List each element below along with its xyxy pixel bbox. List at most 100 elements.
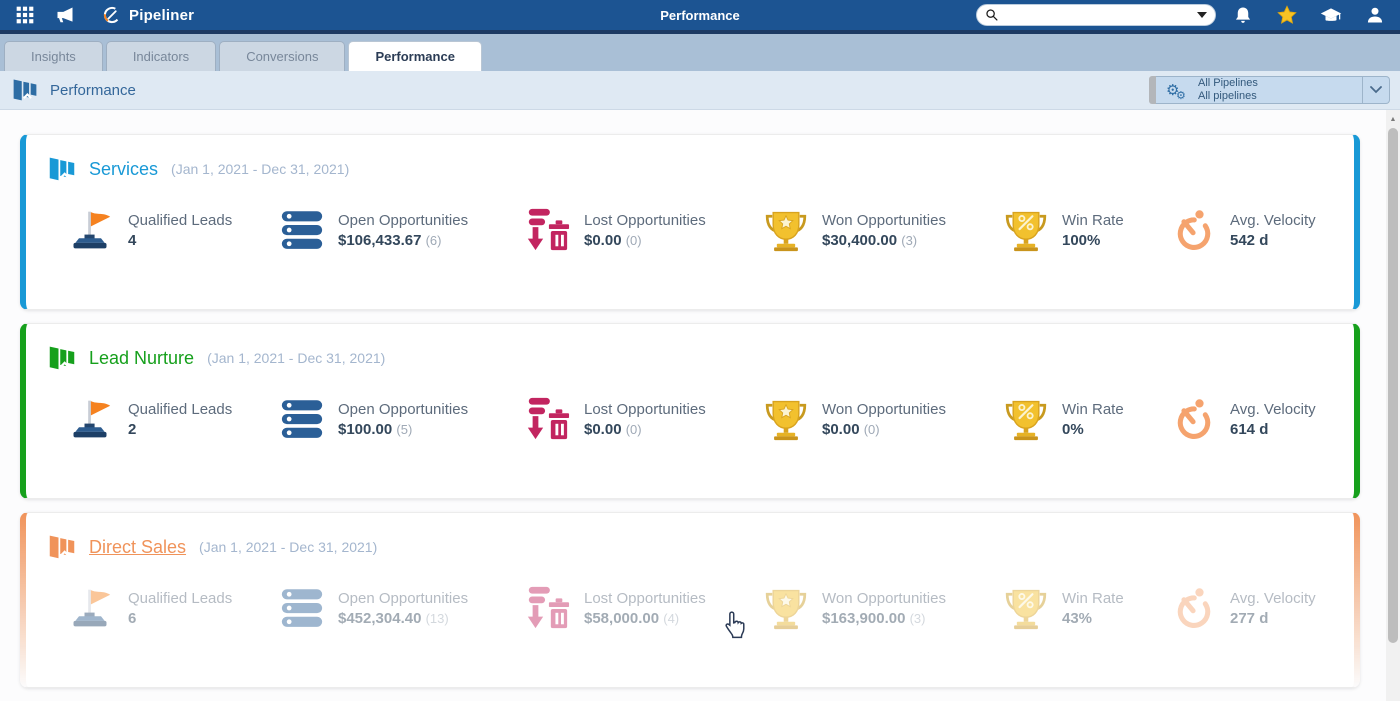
metric-value: 43% [1062, 609, 1093, 627]
metric-value: 614 d [1230, 420, 1269, 438]
pipeline-date-range: (Jan 1, 2021 - Dec 31, 2021) [171, 161, 350, 177]
pipeline-name-link[interactable]: Services [89, 159, 158, 180]
metric-lost-opportunities: Lost Opportunities $58,000.00 (4) [524, 585, 764, 631]
search-input[interactable] [1005, 8, 1191, 22]
tab-performance[interactable]: Performance [348, 41, 482, 71]
metric-win-rate: Win Rate 100% [1004, 208, 1172, 252]
scroll-up-arrow-icon[interactable]: ▲ [1386, 116, 1400, 123]
chevron-down-icon[interactable] [1363, 86, 1389, 94]
trophy-percent-icon [1004, 208, 1048, 252]
metric-qualified-leads: Qualified Leads 2 [66, 397, 280, 441]
metric-count: (13) [425, 610, 449, 626]
metric-count: (3) [909, 610, 926, 626]
breadcrumb-label: Performance [50, 81, 136, 99]
breadcrumb: Performance [12, 77, 136, 103]
metric-value: 2 [128, 420, 137, 438]
pipeliner-logo[interactable]: Pipeliner [102, 5, 194, 25]
gears-icon: ⚙ ⚙ [1166, 80, 1186, 102]
trophy-star-icon [764, 208, 808, 252]
trophy-percent-icon [1004, 586, 1048, 630]
pipeline-icon [48, 344, 76, 372]
metric-qualified-leads: Qualified Leads 6 [66, 586, 280, 630]
metric-label: Won Opportunities [822, 589, 946, 607]
metric-label: Open Opportunities [338, 589, 469, 607]
metric-count: (0) [863, 421, 880, 437]
metric-label: Lost Opportunities [584, 589, 706, 607]
metric-qualified-leads: Qualified Leads 4 [66, 208, 280, 252]
metric-count: (6) [425, 232, 442, 248]
metric-open-opportunities: Open Opportunities $100.00 (5) [280, 399, 524, 440]
pipeline-card-direct-sales: Direct Sales (Jan 1, 2021 - Dec 31, 2021… [20, 512, 1360, 688]
tab-indicators[interactable]: Indicators [105, 41, 217, 71]
metric-value: $106,433.67 [338, 231, 422, 249]
pipeline-icon [48, 155, 76, 183]
search-box[interactable] [976, 4, 1216, 26]
pipeline-date-range: (Jan 1, 2021 - Dec 31, 2021) [199, 539, 378, 555]
metric-open-opportunities: Open Opportunities $106,433.67 (6) [280, 210, 524, 251]
graduation-cap-icon[interactable] [1314, 2, 1348, 28]
stack-icon [280, 210, 324, 251]
metric-label: Won Opportunities [822, 400, 946, 418]
search-dropdown-caret-icon[interactable] [1197, 12, 1207, 18]
trophy-percent-icon [1004, 397, 1048, 441]
performance-content: Services (Jan 1, 2021 - Dec 31, 2021) Qu… [0, 110, 1400, 701]
metric-value: 100% [1062, 231, 1101, 249]
apps-grid-icon[interactable] [8, 2, 42, 28]
metrics-row: Qualified Leads 2 Open Opportunities $10… [26, 372, 1354, 442]
metric-value: $100.00 [338, 420, 393, 438]
metric-value: $0.00 [822, 420, 860, 438]
metric-count: (3) [901, 232, 918, 248]
tab-insights[interactable]: Insights [4, 41, 103, 71]
pipeline-icon [48, 533, 76, 561]
stopwatch-icon [1172, 207, 1216, 253]
selector-grip[interactable] [1149, 76, 1156, 104]
person-icon[interactable] [1358, 2, 1392, 28]
metric-win-rate: Win Rate 43% [1004, 586, 1172, 630]
metric-value: 542 d [1230, 231, 1269, 249]
metric-label: Won Opportunities [822, 211, 946, 229]
flag-icon [66, 586, 114, 630]
stack-icon [280, 399, 324, 440]
trophy-star-icon [764, 586, 808, 630]
top-bar: Pipeliner Performance [0, 0, 1400, 30]
pipeline-name-link[interactable]: Lead Nurture [89, 348, 194, 369]
pipeline-date-range: (Jan 1, 2021 - Dec 31, 2021) [207, 350, 386, 366]
metric-count: (0) [625, 232, 642, 248]
flag-icon [66, 397, 114, 441]
scrollbar-thumb[interactable] [1388, 128, 1398, 643]
metric-label: Win Rate [1062, 211, 1124, 229]
metric-open-opportunities: Open Opportunities $452,304.40 (13) [280, 588, 524, 629]
metric-label: Qualified Leads [128, 589, 233, 607]
metric-label: Open Opportunities [338, 211, 469, 229]
metric-value: $163,900.00 [822, 609, 906, 627]
lost-trash-icon [524, 585, 570, 631]
pipeline-card-lead-nurture: Lead Nurture (Jan 1, 2021 - Dec 31, 2021… [20, 323, 1360, 499]
performance-icon [12, 77, 38, 103]
star-icon[interactable] [1270, 2, 1304, 28]
metric-avg-velocity: Avg. Velocity 614 d [1172, 396, 1354, 442]
metric-label: Win Rate [1062, 400, 1124, 418]
metric-won-opportunities: Won Opportunities $163,900.00 (3) [764, 586, 1004, 630]
metric-label: Qualified Leads [128, 211, 233, 229]
metric-won-opportunities: Won Opportunities $30,400.00 (3) [764, 208, 1004, 252]
pipeline-name-link[interactable]: Direct Sales [89, 537, 186, 558]
flag-icon [66, 208, 114, 252]
metric-label: Qualified Leads [128, 400, 233, 418]
screen: Pipeliner Performance Insights Indicator… [0, 0, 1400, 701]
metric-label: Lost Opportunities [584, 400, 706, 418]
stack-icon [280, 588, 324, 629]
vertical-scrollbar[interactable]: ▲ [1386, 110, 1400, 701]
search-icon [985, 8, 999, 22]
trophy-star-icon [764, 397, 808, 441]
pipeline-selector[interactable]: ⚙ ⚙ All Pipelines All pipelines [1149, 76, 1390, 104]
app-title: Pipeliner [129, 6, 195, 24]
megaphone-icon[interactable] [48, 2, 82, 28]
lost-trash-icon [524, 396, 570, 442]
bell-icon[interactable] [1226, 2, 1260, 28]
tab-conversions[interactable]: Conversions [219, 41, 346, 71]
metric-win-rate: Win Rate 0% [1004, 397, 1172, 441]
metric-label: Avg. Velocity [1230, 400, 1316, 418]
metric-label: Lost Opportunities [584, 211, 706, 229]
metric-value: $30,400.00 [822, 231, 898, 249]
pipeline-selector-line2: All pipelines [1198, 90, 1257, 102]
